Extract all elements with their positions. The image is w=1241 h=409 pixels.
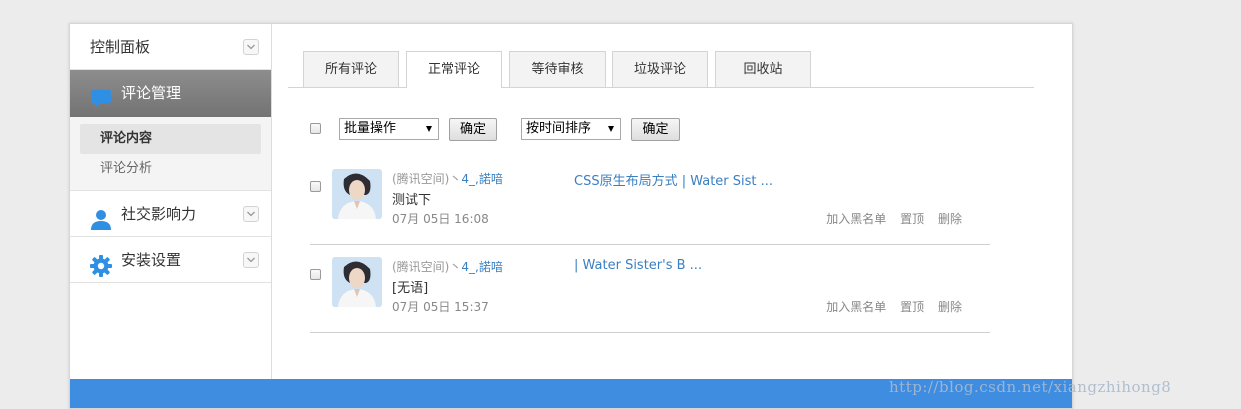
comment-checkbox[interactable] — [310, 181, 321, 192]
sidebar-item-social[interactable]: 社交影响力 — [70, 191, 271, 237]
comment-source: (腾讯空间)丶 — [392, 172, 462, 186]
author-name-link[interactable]: 4_,諾喑 — [461, 260, 502, 274]
subnav-item-comment-analysis[interactable]: 评论分析 — [80, 154, 261, 184]
blacklist-link[interactable]: 加入黑名单 — [826, 300, 886, 314]
comment-tabs: 所有评论 正常评论 等待审核 垃圾评论 回收站 — [288, 51, 1034, 88]
list-item: (腾讯空间)丶4_,諾喑 | Water Sister's B ... [无语]… — [310, 244, 990, 333]
comment-text: [无语] — [392, 281, 429, 296]
sidebar-item-dashboard[interactable]: 控制面板 — [70, 24, 271, 70]
delete-link[interactable]: 删除 — [938, 300, 962, 314]
sidebar-item-label: 安装设置 — [121, 251, 182, 269]
gear-icon — [90, 249, 112, 295]
tab-normal-comments[interactable]: 正常评论 — [406, 51, 502, 88]
dropdown-arrow-icon — [426, 126, 432, 132]
comment-bubble-icon — [90, 82, 112, 129]
sidebar: 控制面板 评论管理 评论内容 评论分析 社交影响力 安装设置 — [70, 24, 272, 408]
sort-select[interactable]: 按时间排序 — [521, 118, 621, 140]
select-all-checkbox[interactable] — [310, 123, 321, 134]
comment-time: 07月 05日 15:37 — [392, 300, 489, 314]
avatar[interactable] — [332, 169, 382, 219]
bulk-action-select[interactable]: 批量操作 — [339, 118, 439, 140]
pin-link[interactable]: 置顶 — [900, 300, 924, 314]
sort-confirm-button[interactable]: 确定 — [631, 118, 680, 141]
sidebar-item-label: 控制面板 — [90, 38, 151, 56]
main-content: 所有评论 正常评论 等待审核 垃圾评论 回收站 批量操作 确定 按时间排序 确定 — [272, 24, 1072, 408]
tab-spam[interactable]: 垃圾评论 — [612, 51, 708, 87]
author-name-link[interactable]: 4_,諾喑 — [461, 172, 502, 186]
sidebar-item-install[interactable]: 安装设置 — [70, 237, 271, 283]
watermark: http://blog.csdn.net/xiangzhihong8 — [889, 378, 1172, 396]
bulk-action-value: 批量操作 — [344, 121, 397, 136]
post-title-link[interactable]: | Water Sister's B ... — [574, 258, 702, 273]
tab-recycle-bin[interactable]: 回收站 — [715, 51, 811, 87]
blacklist-link[interactable]: 加入黑名单 — [826, 212, 886, 226]
comment-checkbox[interactable] — [310, 269, 321, 280]
sort-value: 按时间排序 — [526, 121, 592, 136]
admin-panel: 控制面板 评论管理 评论内容 评论分析 社交影响力 安装设置 所有评论 正常评论… — [69, 23, 1073, 409]
delete-link[interactable]: 删除 — [938, 212, 962, 226]
chevron-down-icon[interactable] — [243, 39, 259, 55]
sidebar-item-label: 社交影响力 — [121, 205, 197, 223]
comment-source: (腾讯空间)丶 — [392, 260, 462, 274]
sidebar-item-comments[interactable]: 评论管理 — [70, 70, 271, 117]
dropdown-arrow-icon — [608, 126, 614, 132]
sidebar-item-label: 评论管理 — [121, 84, 182, 102]
comment-author: (腾讯空间)丶4_,諾喑 — [392, 170, 503, 187]
comment-actions: 加入黑名单 置顶 删除 — [816, 210, 962, 227]
chevron-down-icon[interactable] — [243, 206, 259, 222]
comment-text: 测试下 — [392, 193, 432, 208]
post-title-link[interactable]: CSS原生布局方式 | Water Sist ... — [574, 170, 773, 189]
comment-actions: 加入黑名单 置顶 删除 — [816, 298, 962, 315]
tab-pending[interactable]: 等待审核 — [509, 51, 606, 87]
comment-time: 07月 05日 16:08 — [392, 212, 489, 226]
avatar[interactable] — [332, 257, 382, 307]
pin-link[interactable]: 置顶 — [900, 212, 924, 226]
bulk-confirm-button[interactable]: 确定 — [449, 118, 497, 141]
chevron-down-icon[interactable] — [243, 252, 259, 268]
list-item: (腾讯空间)丶4_,諾喑 CSS原生布局方式 | Water Sist ... … — [310, 156, 990, 245]
comment-author: (腾讯空间)丶4_,諾喑 — [392, 258, 503, 275]
tab-all-comments[interactable]: 所有评论 — [303, 51, 399, 87]
